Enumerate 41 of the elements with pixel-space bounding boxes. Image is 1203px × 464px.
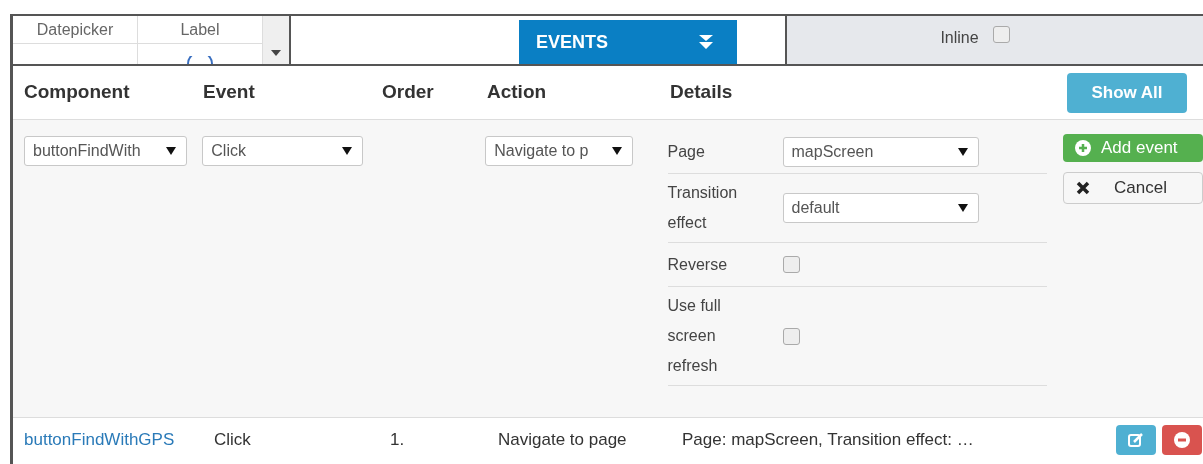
inline-label: Inline <box>940 28 979 48</box>
events-tab[interactable]: EVENTS <box>519 20 737 64</box>
detail-label: Transition effect <box>667 183 739 233</box>
delete-button[interactable] <box>1162 425 1202 455</box>
detail-select[interactable]: mapScreen <box>782 136 979 167</box>
column-header: Details <box>670 81 733 103</box>
detail-label: Page <box>667 141 706 162</box>
detail-select[interactable]: default <box>782 193 979 223</box>
minus-circle-icon <box>1174 432 1190 448</box>
detail-checkbox[interactable] <box>782 327 800 345</box>
order-text: 1. <box>390 429 406 452</box>
event-text: Click <box>214 429 252 452</box>
detail-label: Use full screen refresh <box>667 296 722 376</box>
column-header: Order <box>382 81 434 103</box>
column-header: Component <box>24 81 130 103</box>
plus-circle-icon <box>1075 140 1091 156</box>
action-text: Navigate to page <box>498 429 628 452</box>
action-select[interactable]: Navigate to p <box>485 136 634 166</box>
detail-label: Reverse <box>667 254 729 275</box>
double-chevron-down-icon <box>699 35 713 49</box>
caret-icon <box>957 147 968 156</box>
inline-checkbox[interactable] <box>992 26 1010 43</box>
caret-icon <box>957 204 968 212</box>
event-select[interactable]: Click <box>202 136 364 166</box>
palette-item-label: Label <box>180 19 220 40</box>
caret-icon <box>612 147 623 155</box>
edit-button[interactable] <box>1116 425 1156 455</box>
caret-icon <box>271 50 281 56</box>
component-link[interactable]: buttonFindWithGPS <box>24 427 214 453</box>
column-header: Action <box>487 81 547 103</box>
column-header: Event <box>203 81 255 103</box>
caret-icon <box>166 147 176 155</box>
cancel-button[interactable]: Cancel <box>1063 172 1203 204</box>
edit-icon <box>1128 432 1144 448</box>
details-text: Page: mapScreen, Transition effect: … <box>682 429 975 452</box>
scroll-down-button[interactable] <box>263 16 289 64</box>
component-select[interactable]: buttonFindWith <box>24 136 187 166</box>
detail-checkbox[interactable] <box>782 256 800 273</box>
close-icon <box>1076 181 1090 195</box>
caret-icon <box>342 147 353 155</box>
palette-item-label: Datepicker <box>36 19 114 40</box>
